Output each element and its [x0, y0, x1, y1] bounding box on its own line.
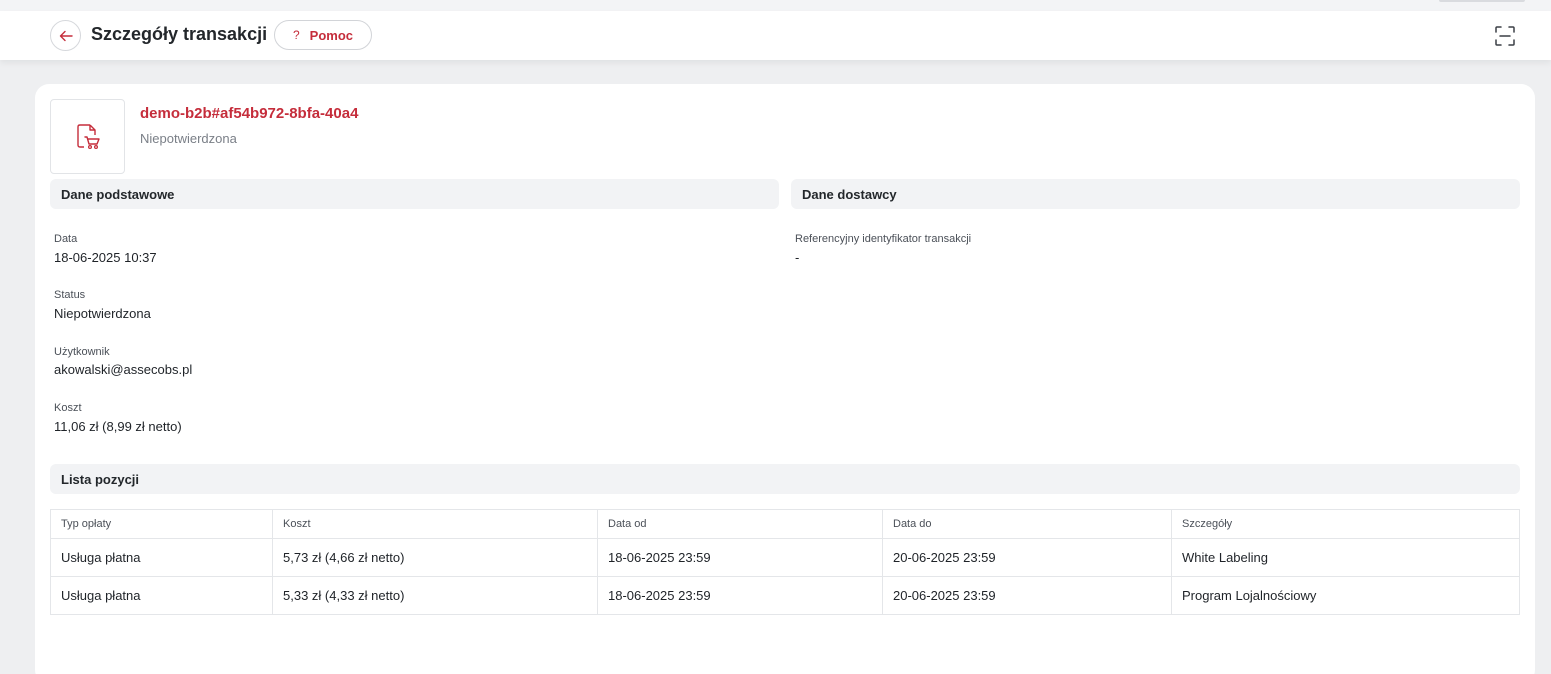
question-mark-icon: ? [292, 28, 300, 42]
column-header-date-to: Data do [882, 509, 1172, 539]
cell-cost: 5,33 zł (4,33 zł netto) [272, 576, 598, 615]
transaction-id: demo-b2b#af54b972-8bfa-40a4 [140, 105, 359, 122]
cell-details: White Labeling [1171, 538, 1520, 577]
fullscreen-icon[interactable] [1494, 25, 1516, 47]
transaction-icon-box [50, 99, 125, 174]
section-supplier-data: Dane dostawcy [791, 179, 1520, 209]
column-header-cost: Koszt [272, 509, 598, 539]
field-reference-id-label: Referencyjny identyfikator transakcji [795, 233, 972, 245]
field-status-value: Niepotwierdzona [54, 306, 151, 321]
table-row: Usługa płatna 5,73 zł (4,66 zł netto) 18… [50, 538, 1520, 577]
help-button-label: Pomoc [309, 27, 354, 43]
cell-details: Program Lojalnościowy [1171, 576, 1520, 615]
column-header-details: Szczegóły [1171, 509, 1520, 539]
cell-fee-type: Usługa płatna [50, 576, 273, 615]
help-button[interactable]: ? Pomoc [274, 20, 372, 50]
document-cart-icon [76, 123, 100, 149]
field-date-label: Data [54, 233, 78, 245]
field-cost-value: 11,06 zł (8,99 zł netto) [54, 419, 182, 434]
top-strip-tab [1439, 0, 1525, 2]
transaction-status: Niepotwierdzona [140, 131, 237, 146]
cell-fee-type: Usługa płatna [50, 538, 273, 577]
arrow-left-icon [59, 30, 73, 41]
transaction-card: demo-b2b#af54b972-8bfa-40a4 Niepotwierdz… [35, 84, 1535, 674]
cell-date-from: 18-06-2025 23:59 [597, 538, 883, 577]
back-button[interactable] [50, 20, 81, 51]
field-reference-id-value: - [795, 250, 800, 265]
field-date-value: 18-06-2025 10:37 [54, 250, 157, 265]
page-header: Szczegóły transakcji ? Pomoc [0, 11, 1551, 60]
section-basic-data: Dane podstawowe [50, 179, 779, 209]
section-items-list: Lista pozycji [50, 464, 1520, 494]
field-cost-label: Koszt [54, 402, 82, 414]
column-header-fee-type: Typ opłaty [50, 509, 273, 539]
cell-date-from: 18-06-2025 23:59 [597, 576, 883, 615]
cell-date-to: 20-06-2025 23:59 [882, 576, 1172, 615]
items-table: Typ opłaty Koszt Data od Data do Szczegó… [50, 509, 1520, 615]
cell-date-to: 20-06-2025 23:59 [882, 538, 1172, 577]
field-user-label: Użytkownik [54, 346, 110, 358]
table-header-row: Typ opłaty Koszt Data od Data do Szczegó… [50, 509, 1520, 539]
cell-cost: 5,73 zł (4,66 zł netto) [272, 538, 598, 577]
field-user-value: akowalski@assecobs.pl [54, 362, 193, 377]
top-strip [0, 0, 1551, 11]
column-header-date-from: Data od [597, 509, 883, 539]
page-title: Szczegóły transakcji [91, 24, 268, 44]
table-row: Usługa płatna 5,33 zł (4,33 zł netto) 18… [50, 576, 1520, 615]
field-status-label: Status [54, 289, 86, 301]
